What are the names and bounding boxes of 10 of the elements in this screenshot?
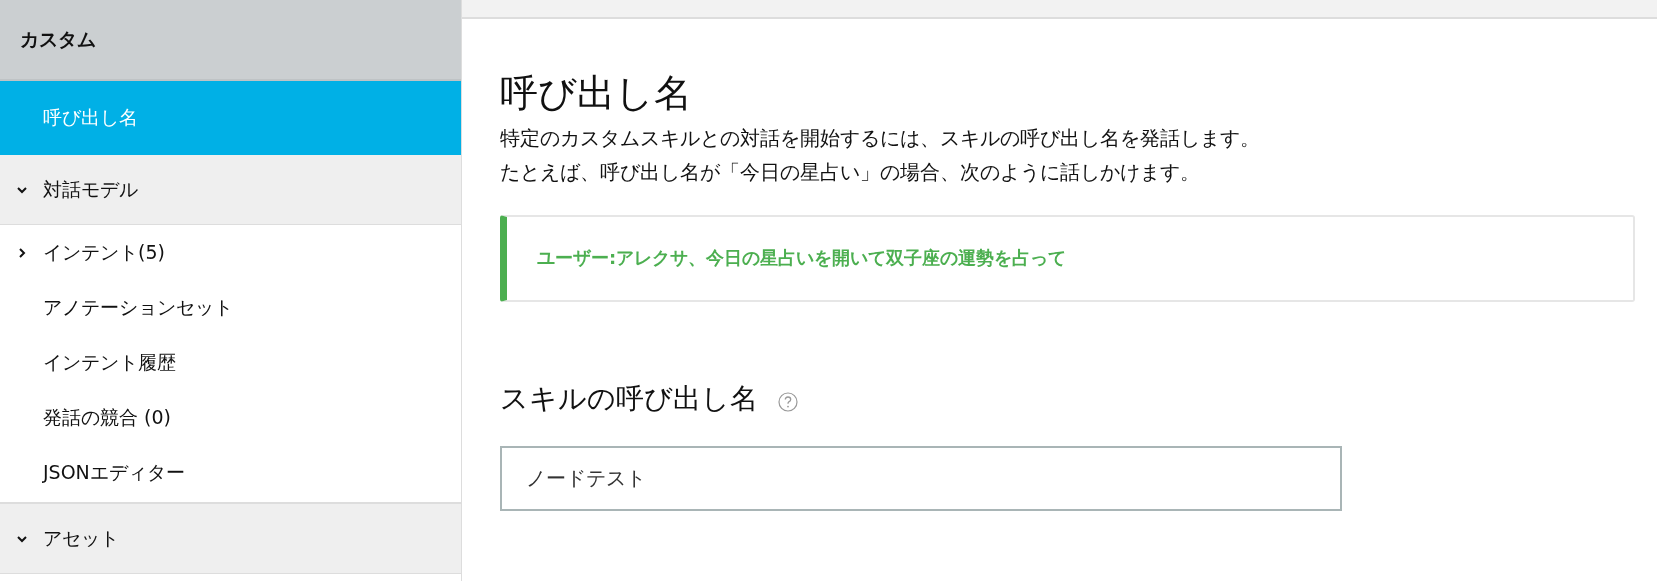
sidebar-item[interactable]: アセット <box>0 504 461 574</box>
section-title: スキルの呼び出し名 <box>500 380 758 417</box>
invocation-name-field[interactable]: ノードテスト <box>500 445 1342 511</box>
sidebar-item[interactable]: 対話モデル <box>0 155 461 225</box>
help-icon[interactable] <box>778 391 798 412</box>
page-title: 呼び出し名 <box>500 71 692 117</box>
description-text: たとえば、呼び出し名が「今日の星占い」の場合、次のように話しかけます。 <box>500 158 1200 186</box>
sidebar-header: カスタム <box>0 0 461 81</box>
example-utterance: ユーザー:アレクサ、今日の星占いを開いて双子座の運勢を占って <box>537 246 1067 271</box>
description-text: 特定のカスタムスキルとの対話を開始するには、スキルの呼び出し名を発話します。 <box>500 124 1260 152</box>
